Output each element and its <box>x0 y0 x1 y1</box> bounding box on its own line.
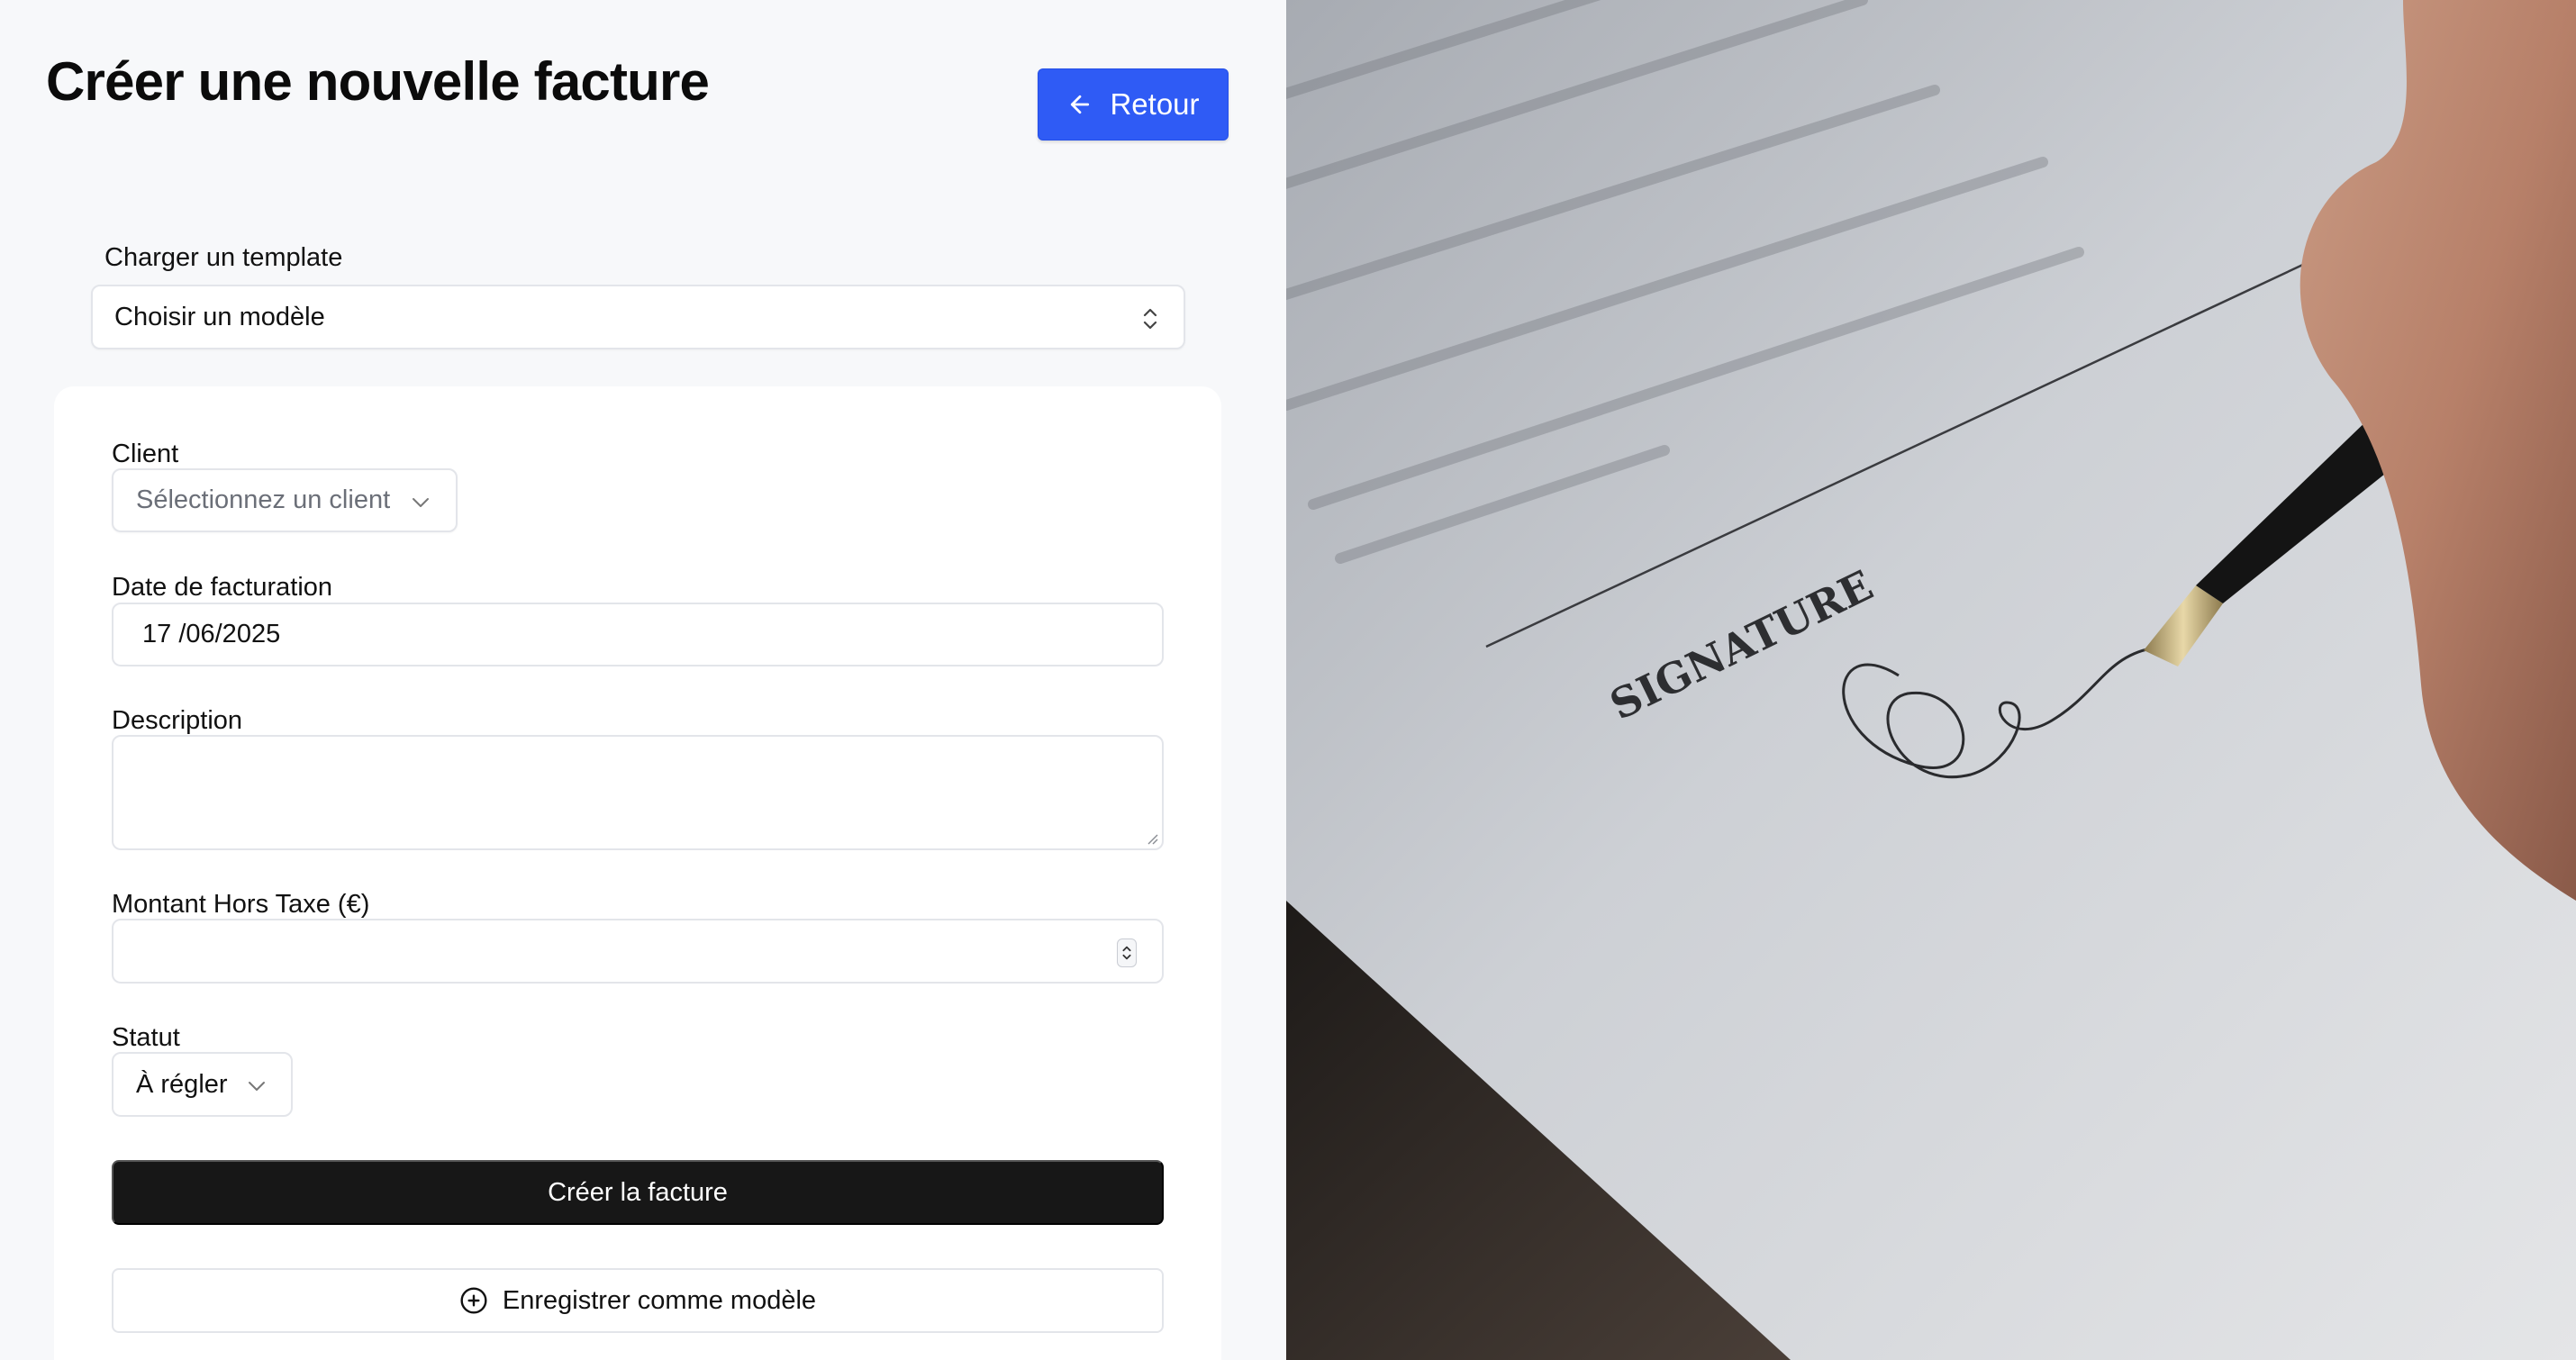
amount-label: Montant Hors Taxe (€) <box>112 890 370 919</box>
create-invoice-button[interactable]: Créer la facture <box>112 1160 1164 1225</box>
client-label: Client <box>112 440 179 468</box>
chevron-down-icon <box>249 1082 265 1091</box>
description-textarea[interactable] <box>112 735 1164 850</box>
updown-chevron-icon <box>1143 308 1157 330</box>
invoice-form-panel: Créer une nouvelle facture Retour Charge… <box>0 0 1286 1360</box>
plus-circle-icon <box>460 1287 487 1314</box>
chevron-down-icon <box>413 498 429 507</box>
page-title: Créer une nouvelle facture <box>46 51 710 112</box>
amount-input[interactable] <box>112 919 1164 984</box>
date-label: Date de facturation <box>112 573 333 602</box>
template-select[interactable]: Choisir un modèle <box>91 285 1185 349</box>
resize-grip-icon[interactable] <box>1146 832 1158 845</box>
client-select[interactable]: Sélectionnez un client <box>112 468 458 532</box>
app-root: Créer une nouvelle facture Retour Charge… <box>0 0 2576 1360</box>
description-label: Description <box>112 706 243 735</box>
template-select-value: Choisir un modèle <box>114 302 325 331</box>
number-spinner-icon[interactable] <box>1117 938 1137 967</box>
status-select[interactable]: À régler <box>112 1052 293 1117</box>
client-select-placeholder: Sélectionnez un client <box>136 485 391 514</box>
create-invoice-label: Créer la facture <box>548 1177 728 1207</box>
date-input[interactable]: 17 /06/2025 <box>112 603 1164 666</box>
signing-illustration: SIGNATURE <box>1286 0 2576 1360</box>
status-select-value: À régler <box>136 1069 228 1099</box>
date-input-value: 17 /06/2025 <box>142 620 281 648</box>
template-label: Charger un template <box>104 243 343 272</box>
status-label: Statut <box>112 1023 180 1052</box>
save-as-template-button[interactable]: Enregistrer comme modèle <box>112 1268 1164 1333</box>
save-as-template-label: Enregistrer comme modèle <box>502 1285 817 1315</box>
signing-photo: SIGNATURE <box>1286 0 2576 1360</box>
back-button[interactable]: Retour <box>1038 68 1229 141</box>
arrow-left-icon <box>1071 95 1090 114</box>
back-button-label: Retour <box>1110 87 1200 121</box>
